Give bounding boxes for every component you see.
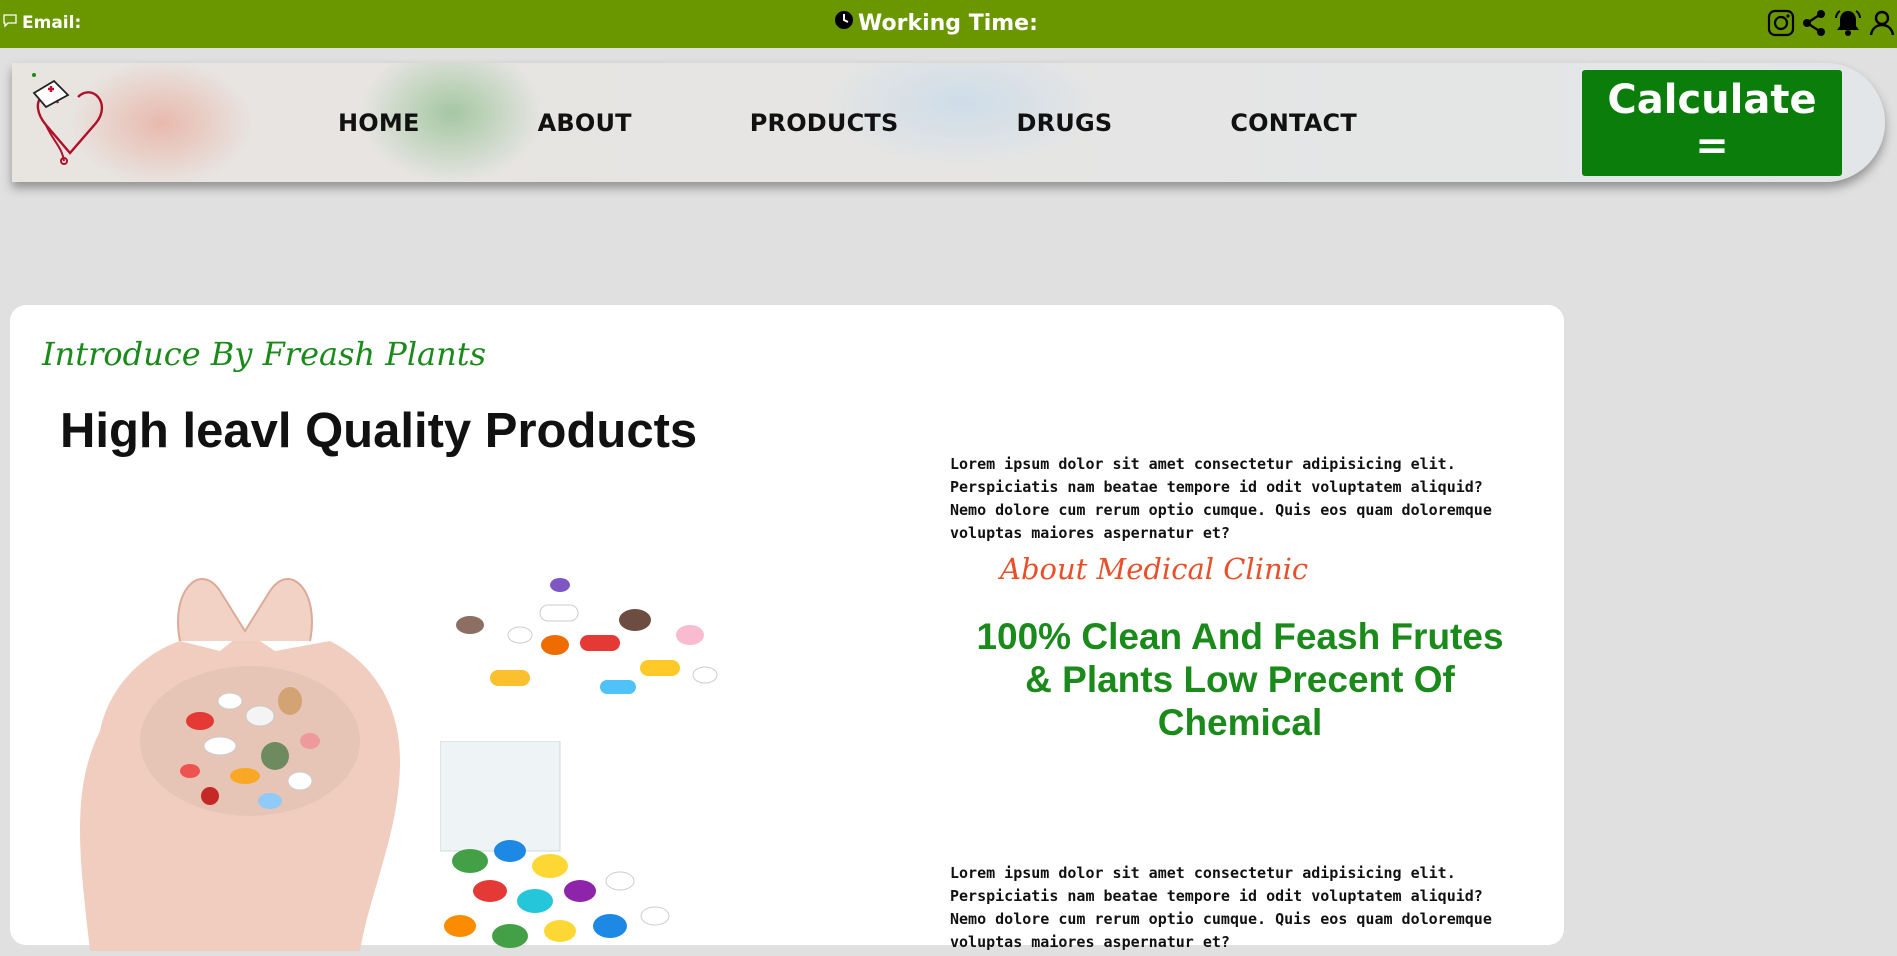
email-info: Email: xyxy=(2,12,81,33)
bell-icon[interactable] xyxy=(1833,8,1863,38)
top-bar: Email: Working Time: xyxy=(0,0,1897,48)
hero-headline: High leavl Quality Products xyxy=(60,404,698,458)
user-icon[interactable] xyxy=(1869,8,1895,38)
nav-contact[interactable]: CONTACT xyxy=(1230,109,1357,137)
working-time-label: Working Time: xyxy=(858,10,1038,36)
share-icon[interactable] xyxy=(1801,8,1827,38)
email-label: Email: xyxy=(22,12,82,33)
nav-about[interactable]: ABOUT xyxy=(538,109,632,137)
instagram-icon[interactable] xyxy=(1767,8,1795,38)
nav-home[interactable]: HOME xyxy=(338,109,420,137)
hands-with-pills-image xyxy=(70,531,430,951)
clean-heading: 100% Clean And Feash Frutes & Plants Low… xyxy=(976,616,1504,743)
clock-icon xyxy=(834,10,854,36)
nav-links: HOME ABOUT PRODUCTS DRUGS CONTACT xyxy=(338,109,1475,137)
chat-bubble-icon xyxy=(2,12,18,33)
pill-jar-image xyxy=(440,741,700,951)
working-time-info: Working Time: xyxy=(834,10,1038,36)
scattered-pills-image xyxy=(450,565,730,715)
intro-tagline: Introduce By Freash Plants xyxy=(42,335,487,373)
secondary-paragraph: Lorem ipsum dolor sit amet consectetur a… xyxy=(950,864,1492,951)
nav-drugs[interactable]: DRUGS xyxy=(1016,109,1112,137)
about-clinic-label: About Medical Clinic xyxy=(1000,552,1309,586)
nurse-heart-logo[interactable] xyxy=(28,73,118,168)
intro-paragraph: Lorem ipsum dolor sit amet consectetur a… xyxy=(950,455,1492,542)
calculate-button[interactable]: Calculate = xyxy=(1582,70,1842,176)
nav-products[interactable]: PRODUCTS xyxy=(750,109,899,137)
top-icons xyxy=(1767,8,1895,38)
hero-card: Introduce By Freash Plants High leavl Qu… xyxy=(10,305,1564,951)
